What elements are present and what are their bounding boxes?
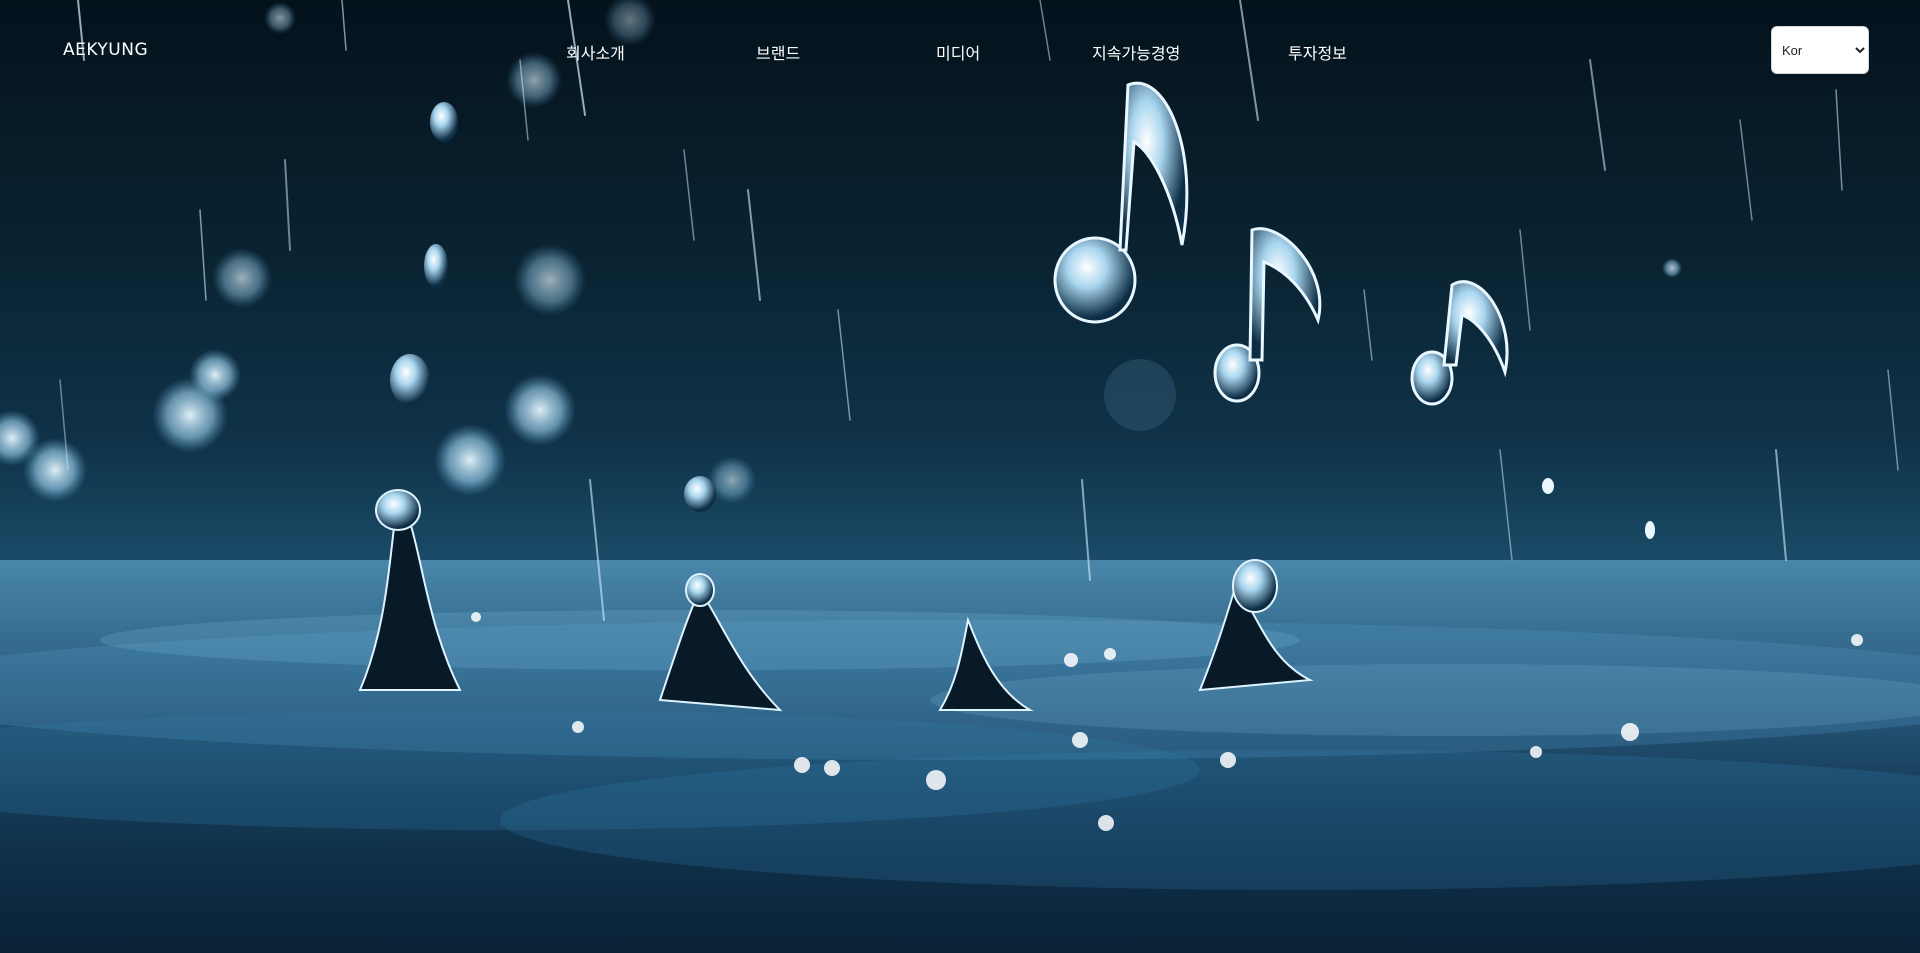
rain-water-music-note-icon	[0, 0, 1920, 953]
nav-item-company[interactable]: 회사소개	[566, 40, 625, 64]
hero-banner: AEKYUNG 회사소개 브랜드 미디어 지속가능경영 투자정보 Kor	[0, 0, 1920, 953]
nav-item-media[interactable]: 미디어	[936, 40, 980, 64]
nav-item-investor-relations[interactable]: 투자정보	[1288, 40, 1347, 64]
brand-logo[interactable]: AEKYUNG	[63, 40, 148, 60]
nav-item-sustainability[interactable]: 지속가능경영	[1092, 40, 1180, 64]
language-select[interactable]: Kor	[1771, 26, 1869, 74]
nav-item-brand[interactable]: 브랜드	[756, 40, 800, 64]
top-navigation: AEKYUNG 회사소개 브랜드 미디어 지속가능경영 투자정보 Kor	[0, 0, 1920, 100]
